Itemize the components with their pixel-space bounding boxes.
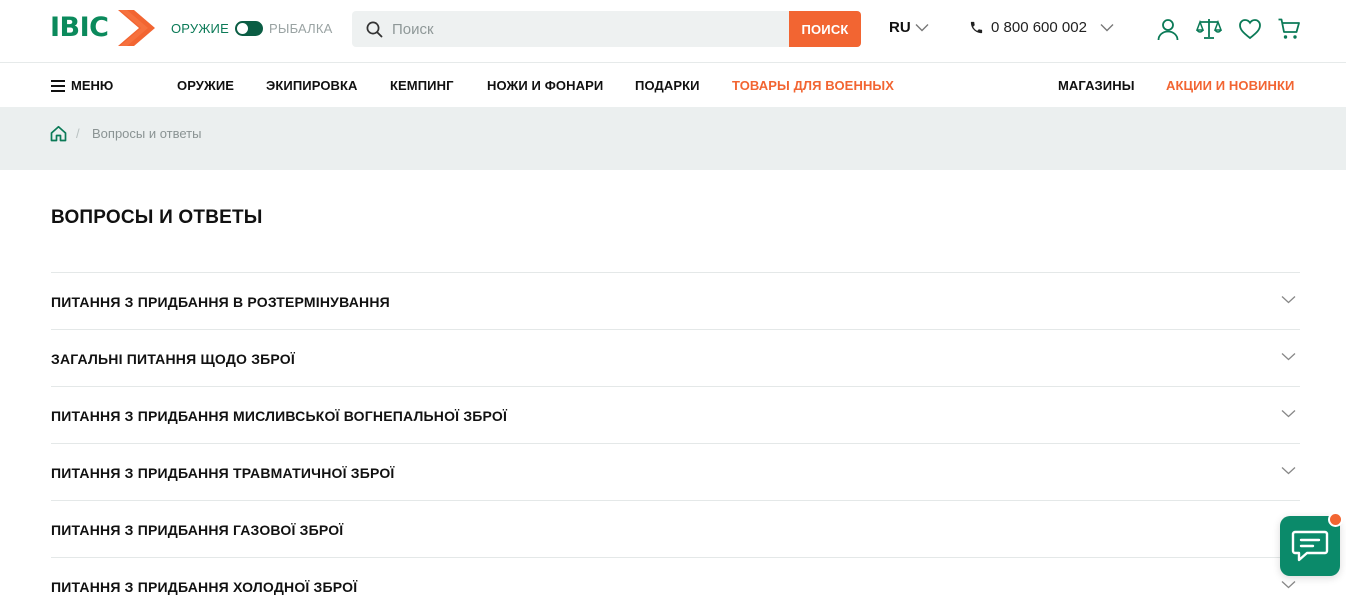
- heart-icon[interactable]: [1237, 16, 1263, 42]
- nav-item-camping[interactable]: КЕМПИНГ: [390, 78, 454, 93]
- language-selector[interactable]: RU: [889, 19, 929, 36]
- breadcrumb: / Вопросы и ответы: [0, 107, 1346, 170]
- nav-item-promotions[interactable]: АКЦИИ И НОВИНКИ: [1166, 78, 1294, 93]
- chevron-down-icon: [1100, 24, 1114, 32]
- nav-item-knives-lights[interactable]: НОЖИ И ФОНАРИ: [487, 78, 603, 93]
- breadcrumb-current: Вопросы и ответы: [92, 126, 202, 141]
- chevron-down-icon: [1281, 296, 1296, 304]
- faq-question: ПИТАННЯ З ПРИДБАННЯ ХОЛОДНОЇ ЗБРОЇ: [51, 579, 358, 595]
- main-nav: МЕНЮ ОРУЖИЕ ЭКИПИРОВКА КЕМПИНГ НОЖИ И ФО…: [0, 63, 1346, 107]
- toggle-switch[interactable]: [234, 20, 263, 36]
- scales-compare-icon[interactable]: [1196, 16, 1222, 42]
- faq-question: ПИТАННЯ З ПРИДБАННЯ ГАЗОВОЇ ЗБРОЇ: [51, 522, 344, 538]
- faq-question: ПИТАННЯ З ПРИДБАННЯ ТРАВМАТИЧНОЇ ЗБРОЇ: [51, 465, 395, 481]
- faq-question: ПИТАННЯ З ПРИДБАННЯ В РОЗТЕРМІНУВАННЯ: [51, 294, 390, 310]
- user-icon[interactable]: [1155, 16, 1181, 42]
- menu-button[interactable]: МЕНЮ: [51, 78, 113, 93]
- breadcrumb-separator: /: [76, 126, 80, 141]
- logo-text: ІВІС: [50, 12, 109, 43]
- search-icon: [366, 21, 383, 38]
- home-icon[interactable]: [50, 125, 67, 142]
- chevron-down-icon: [1281, 467, 1296, 475]
- phone-icon: [970, 21, 983, 34]
- chat-icon: [1291, 530, 1329, 562]
- phone-selector[interactable]: 0 800 600 002: [969, 19, 1114, 36]
- toggle-label-weapons[interactable]: ОРУЖИЕ: [171, 21, 229, 36]
- search-button[interactable]: ПОИСК: [789, 11, 861, 47]
- menu-label: МЕНЮ: [71, 78, 114, 93]
- faq-item[interactable]: ПИТАННЯ З ПРИДБАННЯ МИСЛИВСЬКОЇ ВОГНЕПАЛ…: [51, 386, 1300, 443]
- toggle-label-fishing[interactable]: РЫБАЛКА: [269, 21, 333, 36]
- faq-item[interactable]: ПИТАННЯ З ПРИДБАННЯ ГАЗОВОЇ ЗБРОЇ: [51, 500, 1300, 557]
- faq-question: ЗАГАЛЬНІ ПИТАННЯ ЩОДО ЗБРОЇ: [51, 351, 295, 367]
- faq-list: ПИТАННЯ З ПРИДБАННЯ В РОЗТЕРМІНУВАННЯ ЗА…: [51, 272, 1300, 599]
- faq-item[interactable]: ПИТАННЯ З ПРИДБАННЯ ТРАВМАТИЧНОЇ ЗБРОЇ: [51, 443, 1300, 500]
- nav-item-military[interactable]: ТОВАРЫ ДЛЯ ВОЕННЫХ: [732, 78, 894, 93]
- notification-badge: [1328, 512, 1343, 527]
- chevron-down-icon: [1281, 581, 1296, 589]
- faq-item[interactable]: ЗАГАЛЬНІ ПИТАННЯ ЩОДО ЗБРОЇ: [51, 329, 1300, 386]
- language-label: RU: [889, 19, 911, 36]
- logo[interactable]: ІВІС: [50, 10, 156, 46]
- faq-item[interactable]: ПИТАННЯ З ПРИДБАННЯ ХОЛОДНОЇ ЗБРОЇ: [51, 557, 1300, 599]
- nav-item-stores[interactable]: МАГАЗИНЫ: [1058, 78, 1135, 93]
- cart-icon[interactable]: [1276, 16, 1302, 42]
- nav-item-weapons[interactable]: ОРУЖИЕ: [177, 78, 234, 93]
- site-header: ІВІС ОРУЖИЕ РЫБАЛКА ПОИСК RU 0 800 600 0…: [0, 0, 1346, 63]
- chevron-down-icon: [1281, 410, 1296, 418]
- chevron-down-icon: [915, 24, 929, 32]
- nav-item-gifts[interactable]: ПОДАРКИ: [635, 78, 700, 93]
- logo-arrow-icon: [118, 10, 155, 46]
- hamburger-icon: [51, 79, 65, 92]
- search-input[interactable]: [392, 11, 782, 47]
- search-bar: ПОИСК: [352, 11, 861, 47]
- phone-number[interactable]: 0 800 600 002: [991, 19, 1087, 36]
- page-title: ВОПРОСЫ И ОТВЕТЫ: [51, 207, 263, 228]
- faq-question: ПИТАННЯ З ПРИДБАННЯ МИСЛИВСЬКОЇ ВОГНЕПАЛ…: [51, 408, 508, 424]
- faq-item[interactable]: ПИТАННЯ З ПРИДБАННЯ В РОЗТЕРМІНУВАННЯ: [51, 272, 1300, 329]
- chevron-down-icon: [1281, 353, 1296, 361]
- nav-item-equipment[interactable]: ЭКИПИРОВКА: [266, 78, 358, 93]
- category-toggle[interactable]: ОРУЖИЕ РЫБАЛКА: [171, 19, 333, 37]
